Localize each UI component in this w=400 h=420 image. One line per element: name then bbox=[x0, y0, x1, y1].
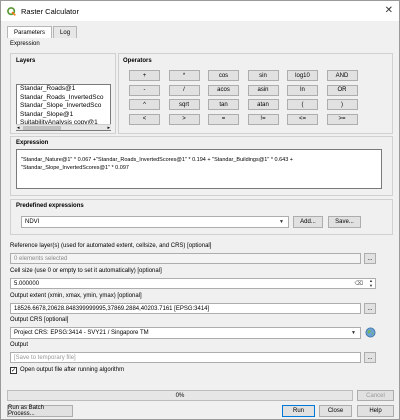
operator-button[interactable]: OR bbox=[326, 84, 358, 96]
layer-item[interactable]: Standar_Roads_InvertedSco bbox=[17, 94, 110, 103]
operator-button[interactable]: ( bbox=[287, 99, 318, 110]
layers-title: Layers bbox=[16, 58, 36, 64]
clear-icon[interactable]: ⌫ bbox=[355, 280, 363, 287]
operator-button[interactable]: AND bbox=[326, 70, 358, 81]
operator-button[interactable]: log10 bbox=[287, 70, 318, 81]
output-extent-label: Output extent (xmin, xmax, ymin, ymax) [… bbox=[10, 293, 142, 299]
output-crs-select[interactable]: Project CRS: EPSG:3414 - SVY21 / Singapo… bbox=[10, 327, 361, 339]
spin-arrows-icon[interactable]: ▲ ▼ bbox=[369, 279, 373, 288]
crs-globe-icon[interactable] bbox=[365, 327, 376, 338]
operator-button[interactable]: / bbox=[168, 84, 200, 96]
reference-layers-field[interactable]: 0 elements selected bbox=[10, 253, 361, 264]
close-icon[interactable]: ✕ bbox=[385, 5, 393, 16]
operator-button[interactable]: * bbox=[168, 70, 200, 81]
reference-layers-label: Reference layer(s) (used for automated e… bbox=[10, 243, 212, 249]
help-button[interactable]: Help bbox=[357, 405, 394, 417]
operator-button[interactable]: ) bbox=[326, 99, 358, 110]
scrollbar-thumb[interactable] bbox=[23, 125, 61, 130]
layers-horizontal-scrollbar[interactable]: ◂ ▸ bbox=[16, 124, 111, 131]
reference-layers-browse-button[interactable]: ... bbox=[364, 253, 376, 264]
raster-calculator-window: Raster Calculator ✕ Parameters Log Expre… bbox=[0, 0, 400, 420]
operator-button[interactable]: asin bbox=[247, 84, 279, 96]
output-file-placeholder: [Save to temporary file] bbox=[14, 354, 76, 361]
run-button[interactable]: Run bbox=[282, 405, 315, 417]
open-output-label: Open output file after running algorithm bbox=[20, 367, 125, 373]
operator-button[interactable]: sin bbox=[247, 70, 279, 81]
operator-button[interactable]: acos bbox=[208, 84, 239, 96]
window-title: Raster Calculator bbox=[21, 6, 79, 16]
run-as-batch-button[interactable]: Run as Batch Process... bbox=[7, 405, 73, 417]
operator-button[interactable]: ^ bbox=[129, 99, 160, 110]
operator-button[interactable]: sqrt bbox=[168, 99, 200, 110]
output-crs-label: Output CRS [optional] bbox=[10, 317, 69, 323]
tab-log[interactable]: Log bbox=[53, 26, 78, 38]
progress-text: 0% bbox=[175, 392, 185, 399]
operator-button[interactable]: >= bbox=[326, 113, 358, 125]
predefined-expressions-title: Predefined expressions bbox=[16, 203, 84, 209]
operator-button[interactable]: > bbox=[168, 113, 200, 125]
scroll-right-icon[interactable]: ▸ bbox=[107, 125, 110, 131]
operator-button[interactable]: + bbox=[129, 70, 160, 81]
open-output-checkbox[interactable]: ✓ bbox=[10, 367, 17, 374]
operator-button[interactable]: tan bbox=[208, 99, 239, 110]
layer-item[interactable]: Standar_Roads@1 bbox=[17, 85, 110, 94]
title-bar: Raster Calculator ✕ bbox=[1, 1, 399, 21]
scroll-left-icon[interactable]: ◂ bbox=[17, 125, 20, 131]
cell-size-value: 5.000000 bbox=[14, 280, 40, 287]
checkmark-icon: ✓ bbox=[11, 368, 17, 374]
output-extent-browse-button[interactable]: ... bbox=[364, 303, 376, 314]
expression-section-header: Expression bbox=[10, 41, 40, 47]
operator-button[interactable]: atan bbox=[247, 99, 279, 110]
operator-button[interactable]: cos bbox=[208, 70, 239, 81]
progress-bar: 0% bbox=[7, 390, 353, 401]
operator-button[interactable]: <= bbox=[287, 113, 318, 125]
chevron-down-icon: ▼ bbox=[279, 219, 284, 225]
tab-bar: Parameters Log bbox=[7, 26, 78, 38]
operator-button[interactable]: = bbox=[208, 113, 239, 125]
cell-size-spinbox[interactable]: 5.000000 ⌫ ▲ ▼ bbox=[10, 278, 376, 289]
operator-button[interactable]: - bbox=[129, 84, 160, 96]
chevron-down-icon: ▼ bbox=[351, 330, 356, 336]
tab-parameters[interactable]: Parameters bbox=[7, 26, 53, 38]
close-button[interactable]: Close bbox=[319, 405, 352, 417]
save-expression-button[interactable]: Save... bbox=[328, 216, 361, 228]
qgis-logo-icon bbox=[7, 6, 16, 16]
predefined-expression-value: NDVI bbox=[25, 219, 40, 225]
operators-title: Operators bbox=[123, 58, 152, 64]
layer-item[interactable]: Standar_Slope@1 bbox=[17, 111, 110, 120]
layer-item[interactable]: Standar_Slope_InvertedSco bbox=[17, 102, 110, 111]
output-extent-field[interactable]: 18526.6678,20628.848399999995,37869.2884… bbox=[10, 303, 361, 314]
operator-button[interactable]: < bbox=[129, 113, 160, 125]
add-expression-button[interactable]: Add... bbox=[293, 216, 323, 228]
cancel-button[interactable]: Cancel bbox=[357, 390, 394, 401]
expression-title: Expression bbox=[16, 140, 49, 146]
operator-button[interactable]: != bbox=[247, 113, 279, 125]
output-file-field[interactable]: [Save to temporary file] bbox=[10, 352, 361, 363]
output-crs-value: Project CRS: EPSG:3414 - SVY21 / Singapo… bbox=[14, 330, 149, 336]
predefined-expression-select[interactable]: NDVI ▼ bbox=[21, 216, 289, 228]
output-label: Output bbox=[10, 342, 29, 348]
expression-editor[interactable]: "Standar_Nature@1" * 0.067 +"Standar_Roa… bbox=[16, 149, 382, 189]
cell-size-label: Cell size (use 0 or empty to set it auto… bbox=[10, 268, 162, 274]
output-file-browse-button[interactable]: ... bbox=[364, 352, 376, 363]
operator-button[interactable]: ln bbox=[287, 84, 318, 96]
